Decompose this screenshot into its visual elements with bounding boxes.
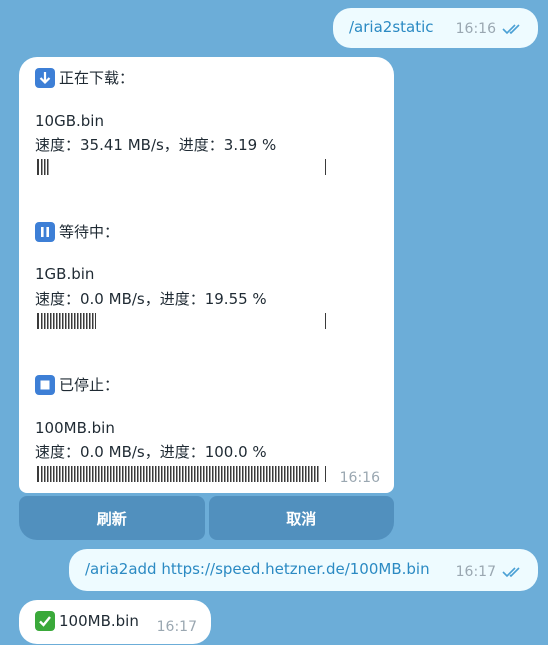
double-check-icon — [502, 567, 520, 578]
message-time: 16:17 — [156, 619, 197, 635]
inline-keyboard: 刷新 取消 — [19, 496, 394, 540]
message-meta: 16:16 — [340, 470, 380, 486]
waiting-progress-bar — [35, 313, 326, 329]
message-time: 16:16 — [339, 470, 380, 486]
downloading-header: 正在下载： — [35, 67, 134, 88]
stop-icon — [35, 374, 55, 395]
refresh-button[interactable]: 刷新 — [19, 496, 205, 540]
stopped-stats: 速度：0.0 MB/s，进度：100.0 % — [35, 443, 267, 461]
waiting-header: 等待中： — [35, 221, 119, 242]
waiting-label: 等待中： — [59, 223, 120, 241]
downloading-stats: 速度：35.41 MB/s，进度：3.19 % — [35, 136, 277, 154]
downloading-file-name: 10GB.bin — [35, 112, 104, 130]
pause-icon — [35, 221, 55, 242]
progress-fill — [41, 313, 96, 329]
stopped-label: 已停止： — [59, 376, 120, 394]
command-text[interactable]: /aria2static — [349, 18, 434, 36]
stopped-file-name: 100MB.bin — [35, 419, 115, 437]
message-meta: 16:17 — [456, 564, 524, 580]
stopped-progress-bar — [35, 466, 326, 482]
command-text[interactable]: /aria2add https://speed.hetzner.de/100MB… — [85, 560, 430, 578]
reply-content: 100MB.bin — [35, 611, 139, 631]
downloading-label: 正在下载： — [59, 69, 135, 87]
reply-file-name: 100MB.bin — [59, 612, 139, 630]
downloading-progress-bar — [35, 159, 326, 175]
stopped-header: 已停止： — [35, 374, 119, 395]
cancel-button[interactable]: 取消 — [208, 496, 394, 540]
check-mark-icon — [35, 611, 55, 631]
incoming-reply-message: 100MB.bin 16:17 — [19, 600, 211, 644]
progress-fill — [41, 159, 50, 175]
download-status-message: 正在下载： 10GB.bin 速度：35.41 MB/s，进度：3.19 % 等… — [19, 57, 394, 493]
waiting-stats: 速度：0.0 MB/s，进度：19.55 % — [35, 290, 267, 308]
waiting-file-name: 1GB.bin — [35, 265, 95, 283]
message-meta: 16:17 — [157, 619, 197, 635]
message-meta: 16:16 — [456, 21, 524, 37]
progress-fill — [41, 466, 320, 482]
message-time: 16:16 — [455, 21, 496, 37]
down-arrow-icon — [35, 67, 55, 88]
outgoing-message-aria2static[interactable]: /aria2static 16:16 — [333, 8, 538, 48]
outgoing-message-aria2add[interactable]: /aria2add https://speed.hetzner.de/100MB… — [69, 549, 538, 591]
double-check-icon — [502, 24, 520, 35]
message-time: 16:17 — [455, 564, 496, 580]
